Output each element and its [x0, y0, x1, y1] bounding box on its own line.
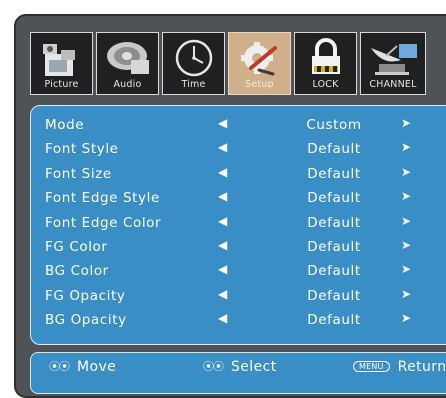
setting-value: Custom	[306, 117, 362, 133]
tab-label: Time	[181, 79, 206, 90]
right-arrow-icon[interactable]: ➤	[401, 140, 412, 154]
return-hint: MENU Return	[353, 359, 446, 375]
left-arrow-icon[interactable]: ◀	[218, 214, 228, 228]
setting-label: Font Style	[45, 141, 119, 158]
audio-speaker-icon	[107, 42, 149, 74]
setting-row-bg-opacity[interactable]: BG Opacity ◀ Default ➤	[31, 309, 446, 333]
setting-label: Font Size	[45, 165, 112, 182]
right-arrow-icon[interactable]: ➤	[401, 238, 412, 252]
menu-key-icon: MENU	[353, 361, 390, 372]
tab-label: Setup	[245, 79, 274, 90]
left-arrow-icon[interactable]: ◀	[218, 238, 228, 252]
key-hint-bar: ⦿⦿ Move ⦿⦿ Select MENU Return	[30, 352, 446, 394]
tab-setup[interactable]: Setup	[228, 32, 291, 95]
satellite-dish-icon	[371, 44, 417, 75]
right-arrow-icon[interactable]: ➤	[401, 311, 412, 325]
left-arrow-icon[interactable]: ◀	[218, 287, 228, 301]
closed-caption-settings-panel: Mode ◀ Custom ➤ Font Style ◀ Default ➤ F…	[30, 105, 446, 345]
setting-row-font-edge-style[interactable]: Font Edge Style ◀ Default ➤	[31, 187, 446, 211]
setting-label: BG Color	[45, 263, 109, 280]
tab-audio[interactable]: Audio	[96, 32, 159, 95]
tab-picture[interactable]: Picture	[30, 32, 93, 95]
right-arrow-icon[interactable]: ➤	[401, 262, 412, 276]
tab-label: LOCK	[312, 79, 339, 90]
setting-value: Default	[307, 141, 361, 158]
setting-label: Mode	[45, 117, 85, 133]
padlock-icon	[312, 38, 340, 74]
setting-value: Default	[307, 287, 361, 304]
setting-value: Default	[307, 312, 361, 329]
setting-value: Default	[307, 263, 361, 280]
setting-label: Font Edge Style	[45, 190, 160, 207]
right-arrow-icon[interactable]: ➤	[401, 214, 412, 228]
picture-camera-icon	[43, 44, 75, 76]
move-hint-label: Move	[77, 359, 117, 375]
setting-row-font-edge-color[interactable]: Font Edge Color ◀ Default ➤	[31, 212, 446, 236]
right-arrow-icon[interactable]: ➤	[401, 189, 412, 203]
right-arrow-icon[interactable]: ➤	[401, 116, 412, 130]
setting-row-mode[interactable]: Mode ◀ Custom ➤	[31, 114, 446, 138]
setting-value: Default	[307, 165, 361, 182]
select-hint: ⦿⦿ Select	[203, 359, 277, 375]
setting-value: Default	[307, 214, 361, 231]
tab-channel[interactable]: CHANNEL	[360, 32, 426, 95]
setting-row-bg-color[interactable]: BG Color ◀ Default ➤	[31, 260, 446, 284]
setting-label: Font Edge Color	[45, 214, 162, 231]
right-arrow-icon[interactable]: ➤	[401, 165, 412, 179]
right-arrow-icon[interactable]: ➤	[401, 287, 412, 301]
left-arrow-icon[interactable]: ◀	[218, 165, 228, 179]
up-down-keys-icon: ⦿⦿	[49, 360, 70, 373]
select-hint-label: Select	[231, 359, 277, 375]
setup-tools-icon	[241, 42, 277, 76]
tab-time[interactable]: Time	[162, 32, 225, 95]
move-hint: ⦿⦿ Move	[49, 359, 116, 375]
left-arrow-icon[interactable]: ◀	[218, 262, 228, 276]
setting-row-fg-opacity[interactable]: FG Opacity ◀ Default ➤	[31, 285, 446, 309]
setting-row-font-size[interactable]: Font Size ◀ Default ➤	[31, 163, 446, 187]
left-arrow-icon[interactable]: ◀	[218, 116, 228, 130]
tab-label: Audio	[113, 79, 142, 90]
setting-value: Default	[307, 190, 361, 207]
setting-row-fg-color[interactable]: FG Color ◀ Default ➤	[31, 236, 446, 260]
return-hint-label: Return	[397, 359, 446, 375]
tab-label: CHANNEL	[369, 79, 417, 90]
setting-value: Default	[307, 239, 361, 255]
tab-lock[interactable]: LOCK	[294, 32, 357, 95]
left-arrow-icon[interactable]: ◀	[218, 189, 228, 203]
left-right-keys-icon: ⦿⦿	[203, 360, 224, 373]
setting-label: FG Color	[45, 239, 108, 255]
setting-row-font-style[interactable]: Font Style ◀ Default ➤	[31, 138, 446, 162]
left-arrow-icon[interactable]: ◀	[218, 140, 228, 154]
left-arrow-icon[interactable]: ◀	[218, 311, 228, 325]
tab-label: Picture	[44, 79, 79, 90]
clock-icon	[175, 39, 213, 77]
setting-label: BG Opacity	[45, 312, 127, 329]
setting-label: FG Opacity	[45, 287, 126, 304]
